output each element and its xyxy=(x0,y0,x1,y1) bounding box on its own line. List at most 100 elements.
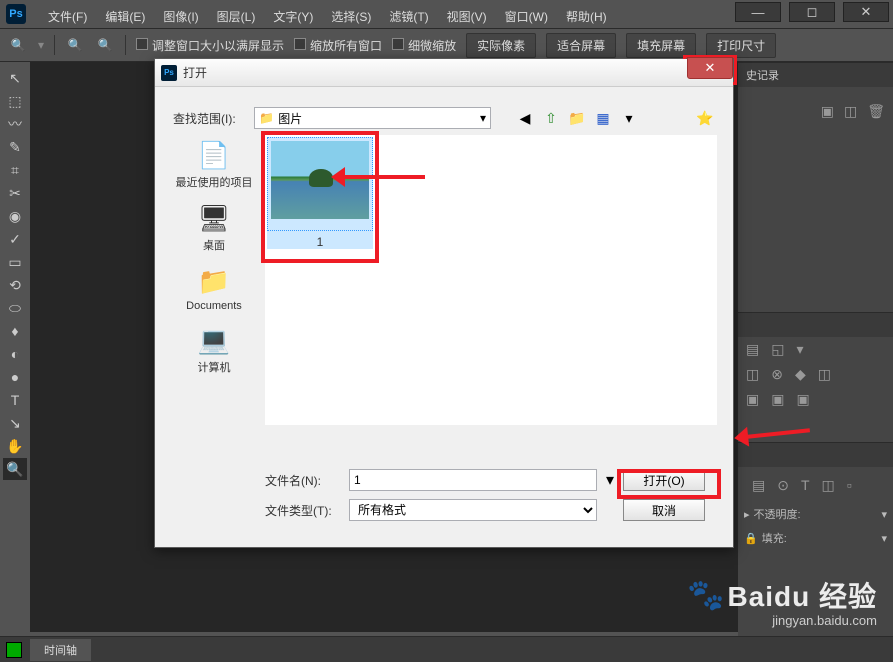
panel-icon[interactable]: ◫ xyxy=(818,366,831,383)
move-tool[interactable]: ↖ xyxy=(3,67,27,89)
menu-filter[interactable]: 滤镜(T) xyxy=(381,5,436,28)
options-bar: 🔍 ▾ 🔍 🔍 调整窗口大小以满屏显示 缩放所有窗口 细微缩放 实际像素 适合屏… xyxy=(0,28,893,62)
filetype-select[interactable]: 所有格式 xyxy=(349,499,597,521)
path-select-tool[interactable]: ↘ xyxy=(3,412,27,434)
annotation-arrow xyxy=(335,175,425,179)
foreground-color[interactable] xyxy=(6,642,22,658)
blur-tool[interactable]: ◐ xyxy=(3,343,27,365)
history-panel-tab[interactable]: 史记录 xyxy=(746,67,779,83)
panel-icon[interactable]: ▾ xyxy=(796,341,803,358)
print-size-button[interactable]: 打印尺寸 xyxy=(706,33,776,58)
look-in-label: 查找范围(I): xyxy=(173,110,248,127)
dialog-title: 打开 xyxy=(183,64,207,81)
panel-icon[interactable]: ▣ xyxy=(771,391,784,408)
actual-pixels-button[interactable]: 实际像素 xyxy=(466,33,536,58)
panel-icon[interactable]: ◱ xyxy=(771,341,784,358)
eraser-tool[interactable]: ⬭ xyxy=(3,297,27,319)
open-dialog: Ps 打开 ✕ 查找范围(I): 📁 图片 ▾ ◀ ⇧ 📁 ▦ ▾ ⭐ 📄最近使… xyxy=(154,58,734,548)
fill-label: 填充: xyxy=(762,530,787,546)
dodge-tool[interactable]: ● xyxy=(3,366,27,388)
fit-screen-button[interactable]: 适合屏幕 xyxy=(546,33,616,58)
zoom-out-icon[interactable]: 🔍 xyxy=(95,35,115,55)
eyedropper-tool[interactable]: ✂ xyxy=(3,182,27,204)
maximize-button[interactable]: ◻ xyxy=(789,2,835,22)
filename-dropdown-icon[interactable]: ▾ xyxy=(603,470,617,490)
panel-icon[interactable]: ◫ xyxy=(822,477,835,494)
file-item-selected[interactable]: 1 xyxy=(261,131,379,263)
menu-edit[interactable]: 编辑(E) xyxy=(97,5,153,28)
dropdown-icon: ▾ xyxy=(480,111,486,125)
fill-screen-button[interactable]: 填充屏幕 xyxy=(626,33,696,58)
crop-tool[interactable]: ⌗ xyxy=(3,159,27,181)
menu-type[interactable]: 文字(Y) xyxy=(265,5,321,28)
filetype-label: 文件类型(T): xyxy=(265,502,343,519)
panel-icon[interactable]: ⊗ xyxy=(771,366,783,383)
file-thumbnail xyxy=(271,141,369,219)
filename-label: 文件名(N): xyxy=(265,472,343,489)
place-recent[interactable]: 📄最近使用的项目 xyxy=(176,139,253,190)
right-panels: 史记录 ▣ ◫ 🗑 ▤ ◱ ▾ ◫ ⊗ ◆ ◫ ▣ ▣ xyxy=(738,62,893,662)
new-doc-icon[interactable]: ◫ xyxy=(844,103,857,120)
filename-input[interactable] xyxy=(349,469,597,491)
delete-icon[interactable]: 🗑 xyxy=(867,103,885,120)
menu-window[interactable]: 窗口(W) xyxy=(497,5,556,28)
folder-icon: 📁 xyxy=(259,111,274,125)
cancel-button[interactable]: 取消 xyxy=(623,499,705,521)
menu-view[interactable]: 视图(V) xyxy=(439,5,495,28)
back-icon[interactable]: ◀ xyxy=(515,108,535,128)
zoom-tool[interactable]: 🔍 xyxy=(3,458,27,480)
places-bar: 📄最近使用的项目 🖥桌面 📁Documents 💻计算机 xyxy=(169,139,259,385)
menu-select[interactable]: 选择(S) xyxy=(323,5,379,28)
view-dropdown-icon[interactable]: ▾ xyxy=(619,108,639,128)
panel-icon[interactable]: ▣ xyxy=(796,391,809,408)
panel-icon[interactable]: ▤ xyxy=(752,477,765,494)
up-icon[interactable]: ⇧ xyxy=(541,108,561,128)
marquee-tool[interactable]: ⬚ xyxy=(3,90,27,112)
look-in-select[interactable]: 📁 图片 ▾ xyxy=(254,107,491,129)
ps-icon: Ps xyxy=(161,65,177,81)
ps-logo: Ps xyxy=(6,4,26,24)
open-button[interactable]: 打开(O) xyxy=(623,469,705,491)
place-documents[interactable]: 📁Documents xyxy=(186,265,242,312)
favorite-icon[interactable]: ⭐ xyxy=(695,108,715,128)
panel-icon[interactable]: ▤ xyxy=(746,341,759,358)
brush-tool[interactable]: ✓ xyxy=(3,228,27,250)
menu-file[interactable]: 文件(F) xyxy=(40,5,95,28)
timeline-tab[interactable]: 时间轴 xyxy=(30,639,91,661)
view-menu-icon[interactable]: ▦ xyxy=(593,108,613,128)
heal-tool[interactable]: ◉ xyxy=(3,205,27,227)
dialog-close-button[interactable]: ✕ xyxy=(687,57,733,79)
zoom-in-icon[interactable]: 🔍 xyxy=(65,35,85,55)
close-button[interactable]: ✕ xyxy=(843,2,889,22)
lasso-tool[interactable]: 〰 xyxy=(3,113,27,135)
opacity-label: 不透明度: xyxy=(754,506,801,522)
panel-icon[interactable]: ▫ xyxy=(847,477,852,494)
stamp-tool[interactable]: ▭ xyxy=(3,251,27,273)
timeline-bar: 时间轴 xyxy=(0,636,893,662)
zoom-tool-icon[interactable]: 🔍 xyxy=(8,35,28,55)
history-brush-tool[interactable]: ⟲ xyxy=(3,274,27,296)
panel-icon[interactable]: ◫ xyxy=(746,366,759,383)
panel-icon[interactable]: ◆ xyxy=(795,366,806,383)
new-folder-icon[interactable]: 📁 xyxy=(567,108,587,128)
file-label: 1 xyxy=(267,231,373,249)
menu-image[interactable]: 图像(I) xyxy=(155,5,206,28)
minimize-button[interactable]: — xyxy=(735,2,781,22)
gradient-tool[interactable]: ♦ xyxy=(3,320,27,342)
wand-tool[interactable]: ✎ xyxy=(3,136,27,158)
place-desktop[interactable]: 🖥桌面 xyxy=(197,202,231,253)
scrubby-checkbox[interactable]: 细微缩放 xyxy=(392,37,456,54)
resize-fit-checkbox[interactable]: 调整窗口大小以满屏显示 xyxy=(136,37,284,54)
type-tool[interactable]: T xyxy=(3,389,27,411)
hand-tool[interactable]: ✋ xyxy=(3,435,27,457)
panel-icon[interactable]: ⊙ xyxy=(777,477,789,494)
menu-help[interactable]: 帮助(H) xyxy=(558,5,615,28)
zoom-all-checkbox[interactable]: 缩放所有窗口 xyxy=(294,37,382,54)
watermark: 🐾Baidu 经验 jingyan.baidu.com xyxy=(687,575,877,628)
place-computer[interactable]: 💻计算机 xyxy=(197,324,231,375)
panel-icon[interactable]: T xyxy=(801,477,810,494)
panel-icon[interactable]: ▣ xyxy=(746,391,759,408)
tools-panel: ↖ ⬚ 〰 ✎ ⌗ ✂ ◉ ✓ ▭ ⟲ ⬭ ♦ ◐ ● T ↘ ✋ 🔍 xyxy=(0,62,30,662)
menu-layer[interactable]: 图层(L) xyxy=(209,5,264,28)
new-snapshot-icon[interactable]: ▣ xyxy=(821,103,834,120)
